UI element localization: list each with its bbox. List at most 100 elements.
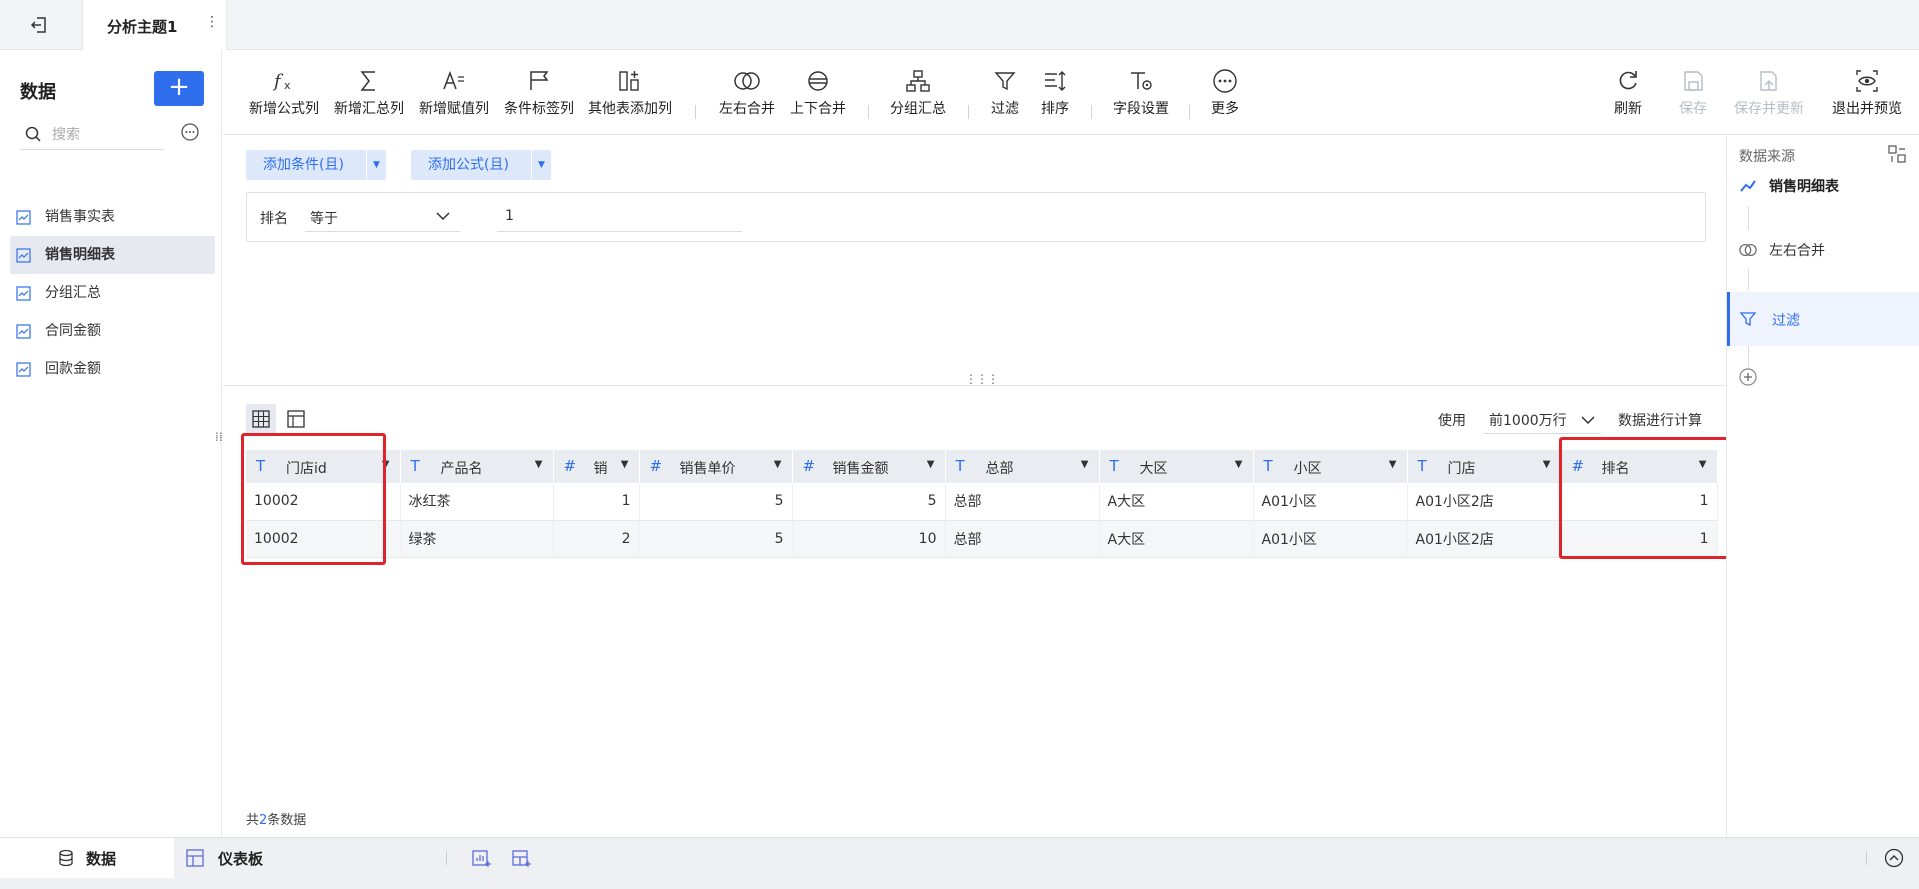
table-cell[interactable]: 5 bbox=[639, 483, 793, 521]
new-dashboard-icon[interactable] bbox=[512, 848, 532, 868]
step-left-right-merge[interactable]: 左右合并 bbox=[1727, 232, 1919, 266]
more-options-icon[interactable] bbox=[180, 122, 200, 142]
table-cell[interactable]: A01小区2店 bbox=[1407, 520, 1562, 558]
table-cell[interactable]: A01小区 bbox=[1253, 483, 1408, 521]
condition-tag-column-button[interactable]: 条件标签列 bbox=[500, 64, 578, 118]
add-condition-button[interactable]: 添加条件(且) ▼ bbox=[246, 150, 386, 180]
tab-analysis-topic[interactable]: 分析主题1 ⋮ bbox=[82, 0, 227, 50]
column-header-store[interactable]: T 门店 ▼ bbox=[1407, 450, 1562, 483]
collapse-up-icon[interactable] bbox=[1884, 848, 1904, 868]
search-box bbox=[20, 120, 164, 150]
condition-operator-select[interactable]: 等于 bbox=[305, 202, 460, 232]
data-list: 销售事实表 销售明细表 分组汇总 合同金额 回款金额 bbox=[10, 198, 215, 388]
group-summary-button[interactable]: 分组汇总 bbox=[886, 64, 950, 118]
layout-view-button[interactable] bbox=[281, 404, 311, 434]
table-cell[interactable]: 5 bbox=[639, 520, 793, 558]
tab-dashboard[interactable]: 仪表板 bbox=[174, 838, 374, 878]
filter-button[interactable]: 过滤 bbox=[986, 64, 1024, 118]
toolbar-divider bbox=[968, 105, 969, 119]
assign-icon bbox=[443, 70, 464, 90]
sidebar-item-label: 销售明细表 bbox=[45, 247, 115, 263]
field-settings-button[interactable]: 字段设置 bbox=[1109, 64, 1173, 118]
table-row: 10002 绿茶 2 5 10 总部 A大区 A01小区 A01小区2店 1 bbox=[246, 520, 1718, 558]
sidebar-item-sales-fact[interactable]: 销售事实表 bbox=[10, 198, 215, 236]
column-header-product[interactable]: T 产品名 ▼ bbox=[400, 450, 554, 483]
sort-button[interactable]: 排序 bbox=[1036, 64, 1074, 118]
text-type-icon: T bbox=[410, 457, 420, 475]
add-data-button[interactable]: + bbox=[154, 71, 204, 106]
row-limit-select[interactable]: 前1000万行 bbox=[1483, 406, 1601, 434]
up-down-merge-button[interactable]: 上下合并 bbox=[786, 64, 850, 118]
row-drag-handle-icon[interactable]: ⁞⁞ bbox=[215, 431, 223, 443]
column-menu-caret-icon[interactable]: ▼ bbox=[535, 459, 543, 470]
more-button[interactable]: 更多 bbox=[1206, 64, 1244, 118]
step-filter[interactable]: 过滤 bbox=[1727, 292, 1919, 346]
exit-and-preview-button[interactable]: 退出并预览 bbox=[1827, 64, 1907, 118]
column-menu-caret-icon[interactable]: ▼ bbox=[1543, 459, 1551, 470]
step-connector bbox=[1748, 206, 1749, 230]
table-icon bbox=[16, 324, 31, 339]
sidebar-item-label: 销售事实表 bbox=[45, 209, 115, 225]
filter-icon bbox=[994, 72, 1016, 91]
layout-icon bbox=[287, 410, 305, 428]
save-and-update-button[interactable]: 保存并更新 bbox=[1730, 64, 1808, 118]
column-header-hq[interactable]: T 总部 ▼ bbox=[945, 450, 1100, 483]
flag-icon bbox=[530, 71, 549, 90]
sidebar-item-group-summary[interactable]: 分组汇总 bbox=[10, 274, 215, 312]
column-header-qty[interactable]: # 销 ▼ bbox=[553, 450, 640, 483]
condition-value-input[interactable]: 1 bbox=[497, 202, 742, 232]
table-cell[interactable]: 总部 bbox=[945, 520, 1100, 558]
grid-view-button[interactable] bbox=[246, 404, 276, 434]
table-cell[interactable]: 1 bbox=[553, 483, 640, 521]
sidebar-item-label: 合同金额 bbox=[45, 323, 101, 339]
back-icon[interactable] bbox=[28, 14, 50, 36]
table-cell[interactable]: A大区 bbox=[1099, 520, 1254, 558]
filter-condition: 排名 等于 1 bbox=[246, 192, 1706, 242]
column-menu-caret-icon[interactable]: ▼ bbox=[621, 459, 629, 470]
column-menu-caret-icon[interactable]: ▼ bbox=[1081, 459, 1089, 470]
sidebar-item-contract-amount[interactable]: 合同金额 bbox=[10, 312, 215, 350]
column-header-district[interactable]: T 小区 ▼ bbox=[1253, 450, 1408, 483]
resize-handle-icon[interactable]: ⋮⋮⋮ bbox=[965, 372, 999, 386]
save-button[interactable]: 保存 bbox=[1673, 64, 1713, 118]
column-header-region[interactable]: T 大区 ▼ bbox=[1099, 450, 1254, 483]
table-cell[interactable]: A01小区 bbox=[1253, 520, 1408, 558]
column-menu-caret-icon[interactable]: ▼ bbox=[1235, 459, 1243, 470]
column-menu-caret-icon[interactable]: ▼ bbox=[1389, 459, 1397, 470]
add-column-icon bbox=[619, 71, 639, 91]
highlight-box-store-id bbox=[241, 433, 386, 565]
add-step-icon[interactable] bbox=[1738, 367, 1758, 387]
toolbar-divider bbox=[868, 105, 869, 119]
new-chart-icon[interactable] bbox=[472, 848, 492, 868]
column-menu-caret-icon[interactable]: ▼ bbox=[927, 459, 935, 470]
table-cell[interactable]: 10 bbox=[792, 520, 946, 558]
table-cell[interactable]: 5 bbox=[792, 483, 946, 521]
table-cell[interactable]: 冰红茶 bbox=[400, 483, 554, 521]
refresh-button[interactable]: 刷新 bbox=[1608, 64, 1648, 118]
panel-toggle-icon[interactable] bbox=[1888, 145, 1906, 163]
step-source-table[interactable]: 销售明细表 bbox=[1727, 168, 1919, 202]
left-right-merge-button[interactable]: 左右合并 bbox=[715, 64, 779, 118]
add-formula-column-button[interactable]: fx 新增公式列 bbox=[245, 64, 323, 118]
tab-title: 分析主题1 bbox=[107, 18, 178, 36]
table-cell[interactable]: 2 bbox=[553, 520, 640, 558]
sidebar-item-payment-amount[interactable]: 回款金额 bbox=[10, 350, 215, 388]
other-table-add-column-button[interactable]: 其他表添加列 bbox=[585, 64, 675, 118]
column-menu-caret-icon[interactable]: ▼ bbox=[774, 459, 782, 470]
sidebar-item-sales-detail[interactable]: 销售明细表 bbox=[10, 236, 215, 274]
add-formula-button[interactable]: 添加公式(且) ▼ bbox=[411, 150, 551, 180]
table-cell[interactable]: 总部 bbox=[945, 483, 1100, 521]
column-header-unit-price[interactable]: # 销售单价 ▼ bbox=[639, 450, 793, 483]
column-header-amount[interactable]: # 销售金额 ▼ bbox=[792, 450, 946, 483]
tab-more-icon[interactable]: ⋮ bbox=[205, 14, 219, 30]
dropdown-caret-icon[interactable]: ▼ bbox=[531, 150, 551, 180]
table-cell[interactable]: 绿茶 bbox=[400, 520, 554, 558]
dropdown-caret-icon[interactable]: ▼ bbox=[366, 150, 386, 180]
search-input[interactable] bbox=[52, 124, 162, 146]
add-summary-column-button[interactable]: 新增汇总列 bbox=[330, 64, 408, 118]
table-cell[interactable]: A大区 bbox=[1099, 483, 1254, 521]
tab-data[interactable]: 数据 bbox=[0, 838, 174, 878]
refresh-icon bbox=[1619, 71, 1637, 90]
table-cell[interactable]: A01小区2店 bbox=[1407, 483, 1562, 521]
add-assign-column-button[interactable]: 新增赋值列 bbox=[415, 64, 493, 118]
